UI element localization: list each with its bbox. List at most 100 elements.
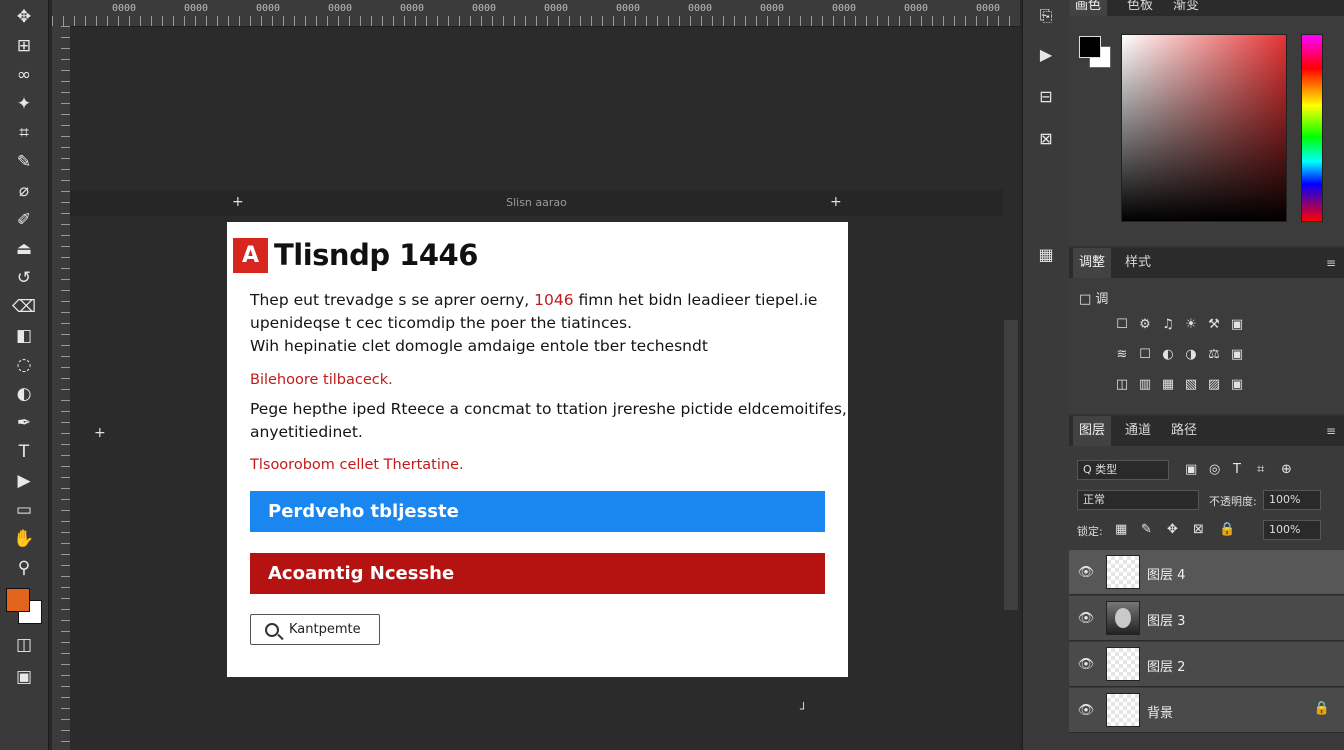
color-picker-field[interactable] <box>1121 34 1287 222</box>
tab-color[interactable]: 画色 <box>1069 0 1108 16</box>
crop-tool[interactable]: ⌗ <box>9 120 39 146</box>
layer-name[interactable]: 图层 4 <box>1147 564 1185 583</box>
artboard-tool[interactable]: ⊞ <box>9 33 39 59</box>
adjustment-icon[interactable]: ☐ <box>1136 345 1154 363</box>
libraries-panel-icon[interactable]: ▦ <box>1035 244 1057 264</box>
blur-tool[interactable]: ◌ <box>9 352 39 378</box>
tab-styles[interactable]: 样式 <box>1119 248 1157 278</box>
layer-row[interactable]: 👁 图层 3 <box>1069 596 1344 641</box>
adjustment-icon[interactable]: ♫ <box>1159 315 1177 333</box>
actions-panel-icon[interactable]: ▶ <box>1035 44 1057 64</box>
layer-row[interactable]: 👁 图层 2 <box>1069 642 1344 687</box>
lasso-tool[interactable]: ∞ <box>9 62 39 88</box>
tab-adjustments[interactable]: 调整 <box>1073 248 1112 278</box>
adjustment-icon[interactable]: ◫ <box>1113 375 1131 393</box>
foreground-color-swatch[interactable] <box>6 588 30 612</box>
layer-filter-icon[interactable]: ◎ <box>1209 462 1220 477</box>
panel-menu-icon[interactable]: ≡ <box>1326 256 1336 270</box>
panel-menu-icon[interactable]: ≡ <box>1326 424 1336 438</box>
adjustments-panel-icon[interactable]: ⊠ <box>1035 128 1057 148</box>
layer-filter-icon[interactable]: ▣ <box>1185 462 1197 477</box>
brush-tool[interactable]: ✐ <box>9 207 39 233</box>
tab-paths[interactable]: 路径 <box>1165 416 1203 446</box>
history-brush-tool[interactable]: ↺ <box>9 265 39 291</box>
layer-name[interactable]: 图层 2 <box>1147 656 1185 675</box>
adjustment-icon[interactable]: ◑ <box>1182 345 1200 363</box>
adjustment-icon[interactable]: ☐ <box>1113 315 1131 333</box>
search-button[interactable]: Kantpemte <box>250 614 380 645</box>
eraser-tool[interactable]: ⌫ <box>9 294 39 320</box>
ruler-ticks <box>52 16 1020 26</box>
color-panel-tabs: 画色 色板 渐变 <box>1069 0 1344 17</box>
layer-filter-select[interactable]: Q 类型 <box>1077 460 1169 480</box>
healing-brush-tool[interactable]: ⌀ <box>9 178 39 204</box>
history-panel-icon[interactable]: ⎘ <box>1035 6 1057 26</box>
layer-filter-icon[interactable]: T <box>1233 462 1241 477</box>
hue-slider[interactable] <box>1301 34 1323 222</box>
visibility-eye-icon[interactable]: 👁 <box>1077 655 1095 673</box>
adjustment-icon[interactable]: ⚙ <box>1136 315 1154 333</box>
tab-swatches[interactable]: 色板 <box>1121 0 1159 16</box>
clone-stamp-tool[interactable]: ⏏ <box>9 236 39 262</box>
add-artboard-right-icon[interactable]: + <box>830 194 842 210</box>
path-selection-tool[interactable]: ▶ <box>9 468 39 494</box>
highlight-number: 1046 <box>534 291 574 309</box>
primary-blue-button[interactable]: Perdveho tbljesste <box>250 491 825 532</box>
dodge-tool[interactable]: ◐ <box>9 381 39 407</box>
adjustment-icon[interactable]: ◐ <box>1159 345 1177 363</box>
adjustment-icon[interactable]: ▣ <box>1228 345 1246 363</box>
gradient-tool[interactable]: ◧ <box>9 323 39 349</box>
eyedropper-tool[interactable]: ✎ <box>9 149 39 175</box>
adjustment-icon[interactable]: ▣ <box>1228 375 1246 393</box>
artboard-label[interactable]: Slisn aarao <box>70 190 1003 216</box>
tab-channels[interactable]: 通道 <box>1119 416 1157 446</box>
visibility-eye-icon[interactable]: 👁 <box>1077 563 1095 581</box>
layer-filter-icon[interactable]: ⌗ <box>1257 462 1264 477</box>
layer-name[interactable]: 图层 3 <box>1147 610 1185 629</box>
adjustment-icon[interactable]: ☀ <box>1182 315 1200 333</box>
type-tool[interactable]: T <box>9 439 39 465</box>
lock-option-icon[interactable]: ⊠ <box>1193 522 1204 537</box>
visibility-eye-icon[interactable]: 👁 <box>1077 609 1095 627</box>
vertical-scrollbar[interactable] <box>1004 320 1018 610</box>
magic-wand-tool[interactable]: ✦ <box>9 91 39 117</box>
lock-option-icon[interactable]: ▦ <box>1115 522 1127 537</box>
corner-handle-icon[interactable]: ┘ <box>800 702 807 716</box>
lock-option-icon[interactable]: 🔒 <box>1219 522 1235 537</box>
adjustment-icon[interactable]: ▣ <box>1228 315 1246 333</box>
ruler-number: 0000 <box>184 3 209 14</box>
adjustment-icon[interactable]: ▧ <box>1182 375 1200 393</box>
screen-mode-icon[interactable]: ▣ <box>9 664 39 690</box>
ruler-number: 0000 <box>904 3 929 14</box>
tab-gradients[interactable]: 渐变 <box>1167 0 1205 16</box>
layer-name[interactable]: 背景 <box>1147 702 1173 721</box>
layer-row[interactable]: 👁 背景 🔒 <box>1069 688 1344 733</box>
opacity-input[interactable]: 100% <box>1263 490 1321 510</box>
hand-tool[interactable]: ✋ <box>9 526 39 552</box>
pen-tool[interactable]: ✒ <box>9 410 39 436</box>
adjustment-icon[interactable]: ▦ <box>1159 375 1177 393</box>
adjustment-icon[interactable]: ▥ <box>1136 375 1154 393</box>
panel-foreground-swatch[interactable] <box>1079 36 1101 58</box>
layer-filter-icon[interactable]: ⊕ <box>1281 462 1292 477</box>
lock-option-icon[interactable]: ✎ <box>1141 522 1152 537</box>
shape-tool[interactable]: ▭ <box>9 497 39 523</box>
adjustment-icon[interactable]: ⚒ <box>1205 315 1223 333</box>
properties-panel-icon[interactable]: ⊟ <box>1035 86 1057 106</box>
adjustment-icon[interactable]: ⚖ <box>1205 345 1223 363</box>
lock-option-icon[interactable]: ✥ <box>1167 522 1178 537</box>
document-artboard[interactable]: A Tlisndp 1446 Thep eut trevadge s se ap… <box>227 222 848 677</box>
add-artboard-side-icon[interactable]: + <box>94 425 106 441</box>
primary-red-button[interactable]: Acoamtig Ncesshe <box>250 553 825 594</box>
adjustment-icon[interactable]: ≋ <box>1113 345 1131 363</box>
move-tool[interactable]: ✥ <box>9 4 39 30</box>
fill-input[interactable]: 100% <box>1263 520 1321 540</box>
layer-row[interactable]: 👁 图层 4 <box>1069 550 1344 595</box>
zoom-tool[interactable]: ⚲ <box>9 555 39 581</box>
blend-mode-select[interactable]: 正常 <box>1077 490 1199 510</box>
adjustment-icon[interactable]: ▨ <box>1205 375 1223 393</box>
quick-mask-icon[interactable]: ◫ <box>9 632 39 658</box>
visibility-eye-icon[interactable]: 👁 <box>1077 701 1095 719</box>
tab-layers[interactable]: 图层 <box>1073 416 1112 446</box>
add-artboard-left-icon[interactable]: + <box>232 194 244 210</box>
